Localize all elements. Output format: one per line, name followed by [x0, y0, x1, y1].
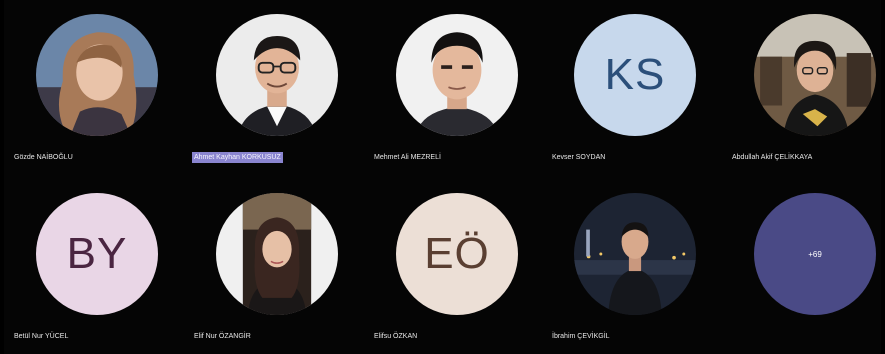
participant-tile[interactable]: Elif Nur ÖZANGİR: [184, 180, 354, 350]
participant-tile[interactable]: EÖ Elifsu ÖZKAN: [364, 180, 534, 350]
participant-avatar: [36, 14, 158, 136]
overflow-avatar[interactable]: +69: [754, 193, 876, 315]
participant-name: Elif Nur ÖZANGİR: [194, 333, 251, 340]
participant-name: İbrahim ÇEVİKGİL: [552, 333, 610, 340]
participant-tile[interactable]: KS Kevser SOYDAN: [544, 0, 714, 170]
person-photo-icon: [216, 193, 338, 315]
participant-name: Abdullah Akif ÇELİKKAYA: [732, 154, 813, 161]
participant-tile[interactable]: Gözde NAİBOĞLU: [4, 0, 174, 170]
participant-initials: KS: [604, 50, 666, 99]
participant-avatar: KS: [574, 14, 696, 136]
overflow-count: +69: [808, 249, 822, 259]
participant-name: Elifsu ÖZKAN: [374, 333, 418, 340]
participant-avatar: [754, 14, 876, 136]
participant-avatar: EÖ: [396, 193, 518, 315]
participant-gallery: Gözde NAİBOĞLU Ahmet Kayhan KORKUSUZ Meh…: [4, 0, 881, 354]
participant-avatar: BY: [36, 193, 158, 315]
participant-avatar: [396, 14, 518, 136]
participant-name: Ahmet Kayhan KORKUSUZ: [192, 152, 283, 163]
person-photo-icon: [754, 14, 876, 136]
participant-name: Kevser SOYDAN: [552, 154, 606, 161]
overflow-tile[interactable]: +69: [724, 180, 885, 350]
participant-tile[interactable]: Mehmet Ali MEZRELİ: [364, 0, 534, 170]
participant-tile[interactable]: İbrahim ÇEVİKGİL: [544, 180, 714, 350]
participant-avatar: [574, 193, 696, 315]
participant-tile[interactable]: BY Betül Nur YÜCEL: [4, 180, 174, 350]
participant-tile[interactable]: Ahmet Kayhan KORKUSUZ: [184, 0, 354, 170]
participant-initials: BY: [66, 229, 128, 278]
person-photo-icon: [574, 193, 696, 315]
participant-tile[interactable]: Abdullah Akif ÇELİKKAYA: [724, 0, 885, 170]
person-photo-icon: [216, 14, 338, 136]
participant-avatar: [216, 14, 338, 136]
participant-name: Gözde NAİBOĞLU: [14, 154, 73, 161]
participant-name: Betül Nur YÜCEL: [14, 333, 69, 340]
participant-initials: EÖ: [424, 229, 490, 278]
participant-avatar: [216, 193, 338, 315]
person-photo-icon: [36, 14, 158, 136]
person-photo-icon: [396, 14, 518, 136]
participant-name: Mehmet Ali MEZRELİ: [374, 154, 441, 161]
